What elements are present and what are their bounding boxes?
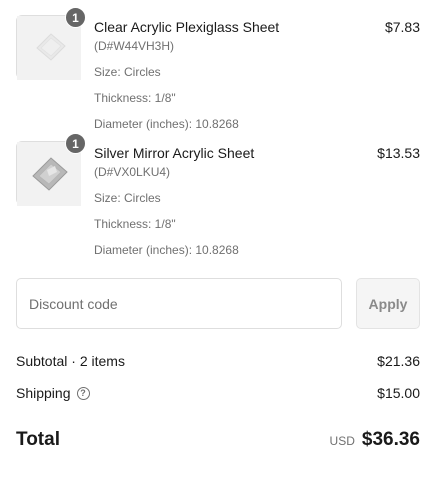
product-size: Size: Circles	[94, 191, 161, 205]
subtotal-label: Subtotal · 2 items	[16, 353, 125, 369]
total-row: Total USD $36.36	[16, 428, 420, 452]
product-thickness: Thickness: 1/8"	[94, 217, 176, 231]
product-sku: (D#W44VH3H)	[94, 39, 175, 53]
product-sku: (D#VX0LKU4)	[94, 165, 171, 179]
product-thickness: Thickness: 1/8"	[94, 91, 176, 105]
shipping-value: $15.00	[377, 385, 420, 401]
discount-row: Apply	[16, 278, 420, 329]
shipping-label: Shipping	[16, 385, 71, 401]
line-price: $7.83	[384, 19, 420, 35]
question-circle-icon[interactable]: ?	[76, 386, 90, 400]
total-label: Total	[16, 429, 60, 450]
product-size: Size: Circles	[94, 65, 161, 79]
total-value: $36.36	[361, 429, 420, 450]
quantity-badge: 1	[65, 7, 86, 28]
product-name: Silver Mirror Acrylic Sheet	[94, 145, 255, 161]
discount-code-input[interactable]	[16, 278, 342, 329]
product-diameter: Diameter (inches): 10.8268	[94, 243, 239, 257]
subtotal-value: $21.36	[377, 353, 420, 369]
line-price: $13.53	[377, 145, 420, 161]
apply-discount-button[interactable]: Apply	[356, 278, 420, 329]
product-diameter: Diameter (inches): 10.8268	[94, 117, 239, 131]
quantity-badge: 1	[65, 133, 86, 154]
currency-code: USD	[329, 434, 355, 448]
product-name: Clear Acrylic Plexiglass Sheet	[94, 19, 280, 35]
